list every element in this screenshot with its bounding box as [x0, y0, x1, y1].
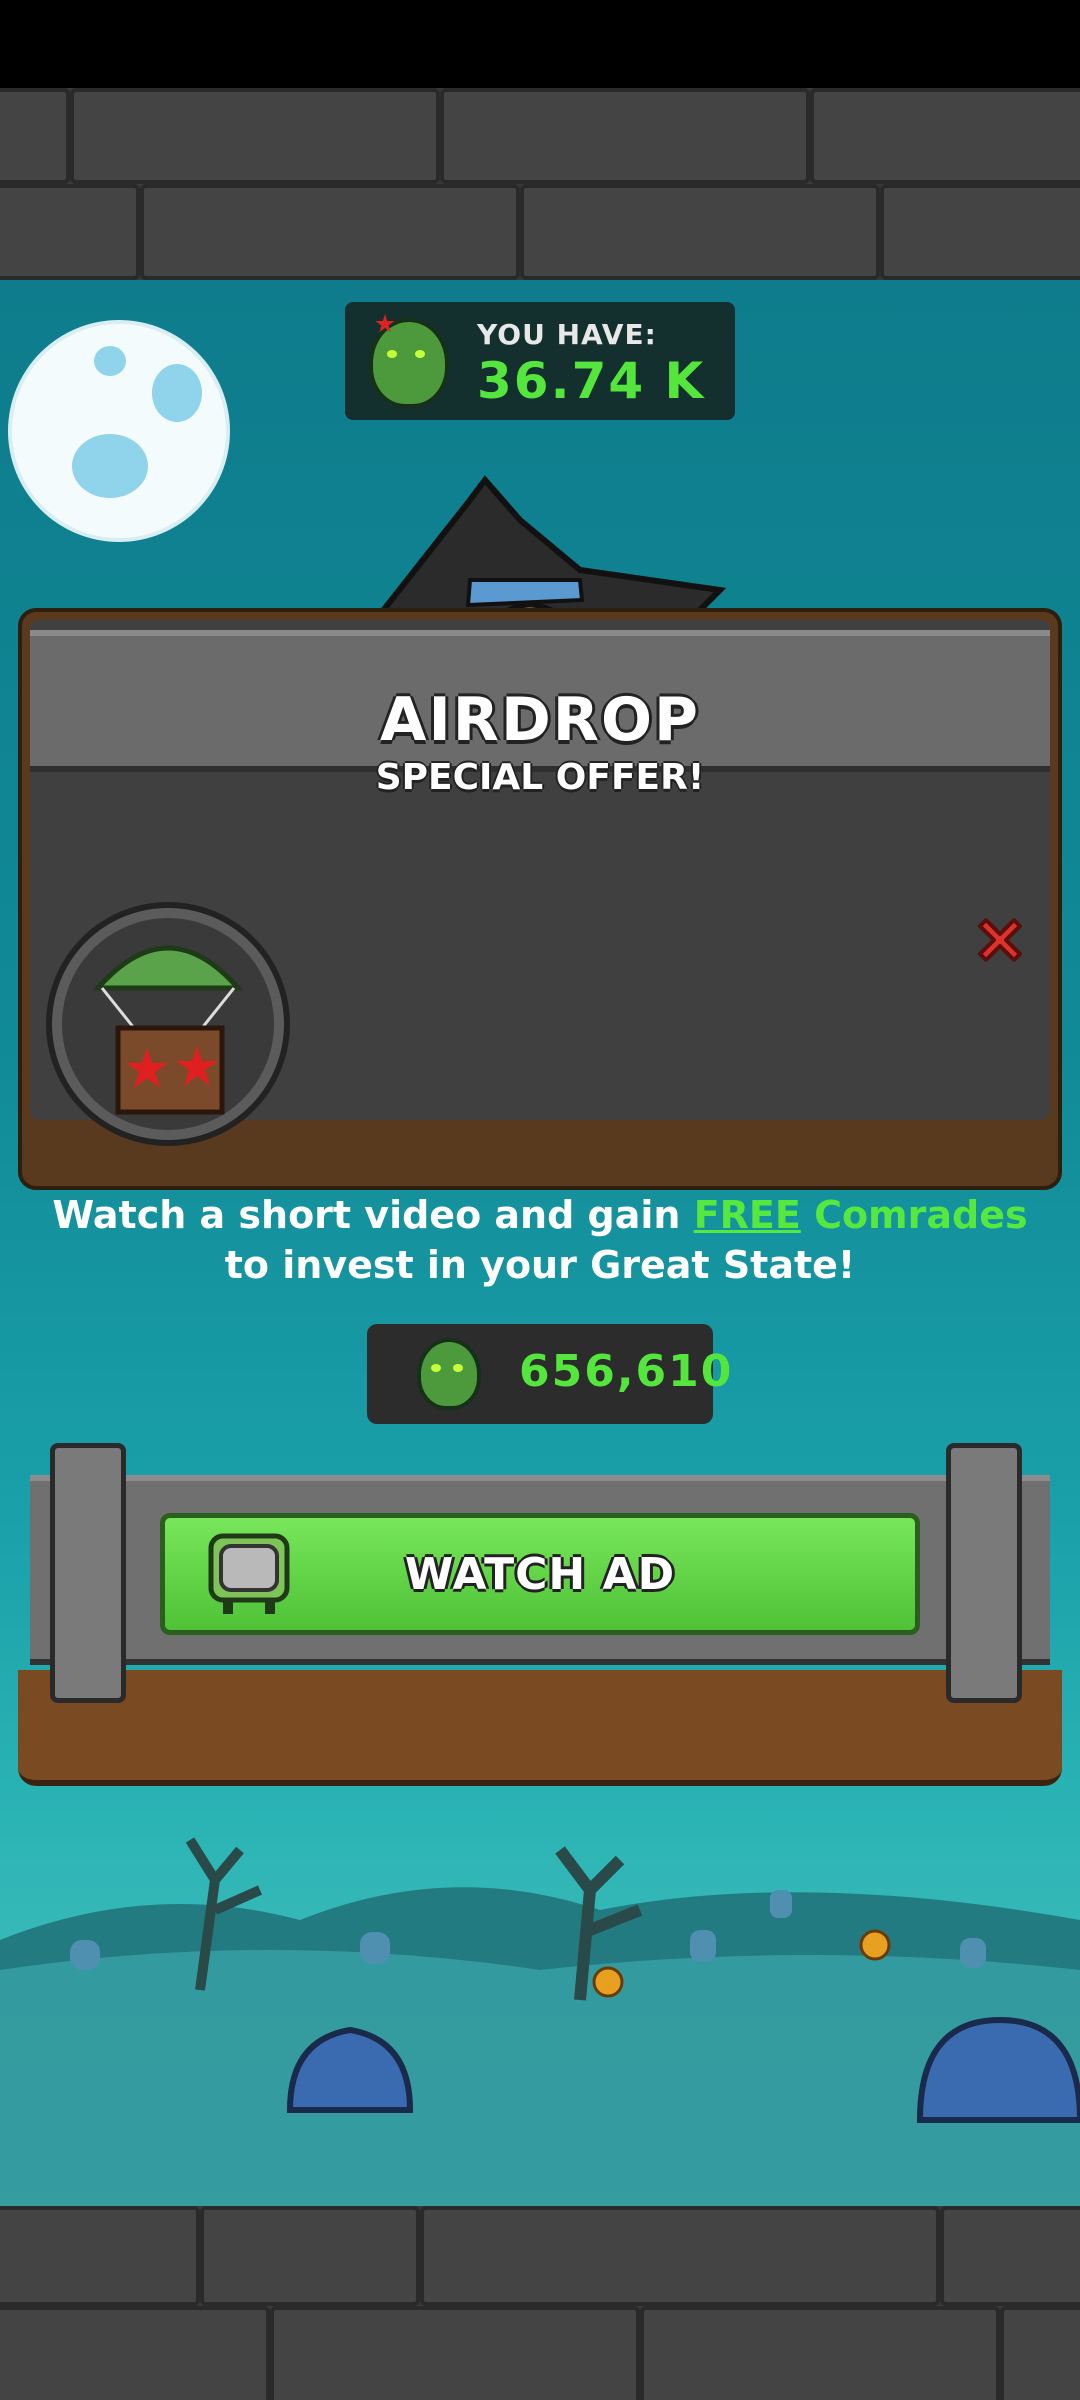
currency-value: 36.74 K [477, 352, 706, 410]
left-post [50, 1443, 126, 1703]
reward-value: 656,610 [519, 1346, 734, 1397]
desc-comrades-text: Comrades [814, 1193, 1028, 1237]
dialog-subtitle: SPECIAL OFFER! [375, 757, 705, 798]
airdrop-crate-icon [52, 908, 284, 1140]
zombie-currency-icon [369, 314, 449, 408]
zombie-currency-icon [417, 1338, 481, 1410]
stone-wall-bottom [0, 2206, 1080, 2400]
desc-text-1: Watch a short video and gain [52, 1193, 694, 1237]
watch-ad-label: WATCH AD [404, 1548, 676, 1600]
currency-label: YOU HAVE: [477, 318, 657, 351]
close-button[interactable] [970, 910, 1030, 970]
wood-base [18, 1670, 1062, 1786]
currency-display: YOU HAVE: 36.74 K [345, 302, 735, 420]
graveyard-scene [0, 1837, 1080, 2206]
reward-amount-box: 656,610 [367, 1324, 731, 1424]
right-post [946, 1443, 1022, 1703]
watch-ad-button[interactable]: WATCH AD [160, 1513, 920, 1635]
dialog-title: AIRDROP [380, 685, 700, 755]
status-bar [0, 0, 1080, 88]
offer-description: Watch a short video and gain FREE Comrad… [0, 1190, 1080, 1290]
close-icon [978, 918, 1022, 962]
stone-wall-top [0, 88, 1080, 280]
desc-free-text: FREE [693, 1193, 801, 1237]
desc-text-2: to invest in your Great State! [224, 1243, 856, 1287]
moon-icon [12, 324, 226, 538]
